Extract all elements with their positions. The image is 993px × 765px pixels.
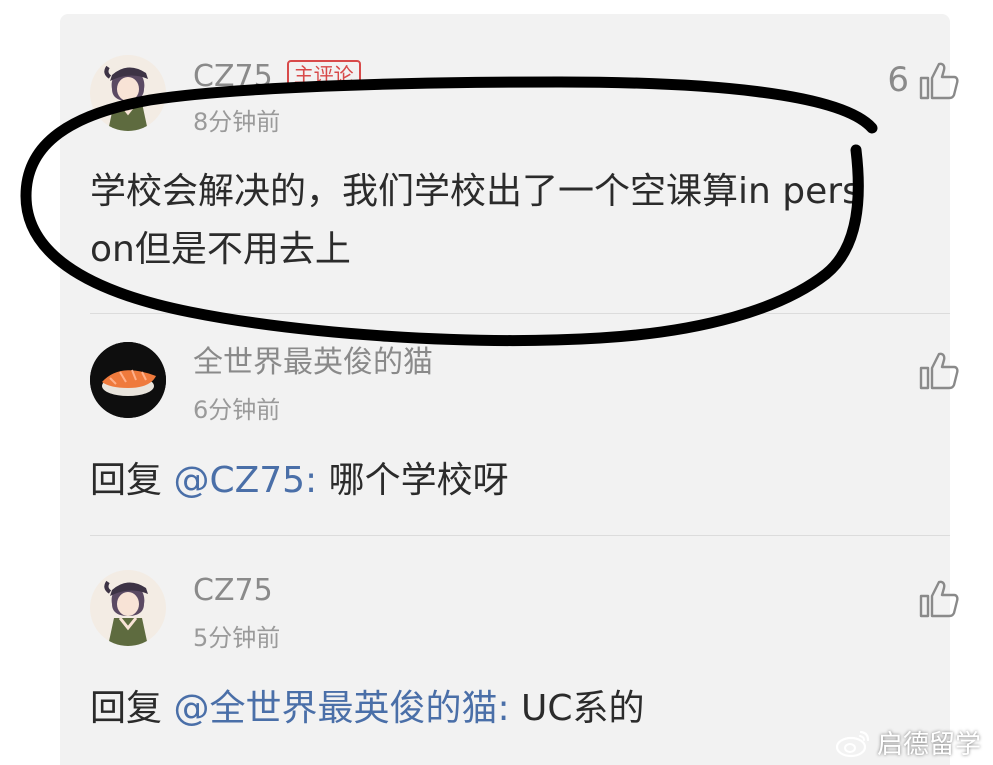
mention-link[interactable]: @全世界最英俊的猫: [173,688,509,729]
divider [90,535,950,536]
reply-text: 哪个学校呀 [317,460,509,501]
screenshot-canvas: CZ75 主评论 8分钟前 6 学校会解决的，我们学校出了一个空课算in pers… [0,0,993,765]
reply-text: UC系的 [509,688,645,729]
watermark-text: 启德留学 [876,730,981,760]
like-button[interactable] [917,576,961,620]
comment-body: 回复 @CZ75: 哪个学校呀 [90,452,870,510]
username[interactable]: 全世界最英俊的猫 [193,348,433,378]
avatar-cz75[interactable] [90,55,166,131]
divider [90,313,950,314]
username-text[interactable]: CZ75 [193,59,273,94]
avatar-cat[interactable] [90,342,166,418]
comment-time: 5分钟前 [193,624,281,652]
avatar-cz75[interactable] [90,570,166,646]
comment-body: 回复 @全世界最英俊的猫: UC系的 [90,680,870,738]
username[interactable]: CZ75 主评论 [193,60,361,92]
weibo-icon [835,730,870,757]
thumbs-up-icon [919,352,959,390]
username[interactable]: CZ75 [193,576,273,606]
anime-girl-avatar-icon [90,570,166,646]
comment-body: 学校会解决的，我们学校出了一个空课算in person但是不用去上 [90,171,861,270]
thumbs-up-icon [919,580,959,618]
like-count: 6 [887,60,909,100]
comment-time: 6分钟前 [193,396,281,424]
thumbs-up-icon [919,62,959,100]
comment-time: 8分钟前 [193,108,281,136]
watermark: 启德留学 [835,724,981,761]
like-button[interactable]: 6 [887,58,961,102]
like-button[interactable] [917,348,961,392]
mention-link[interactable]: @CZ75: [173,460,317,501]
reply-prefix: 回复 [90,460,174,501]
reply-prefix: 回复 [90,688,174,729]
anime-girl-avatar-icon [90,55,166,131]
main-comment-badge: 主评论 [286,60,361,90]
sushi-avatar-icon [90,342,166,418]
